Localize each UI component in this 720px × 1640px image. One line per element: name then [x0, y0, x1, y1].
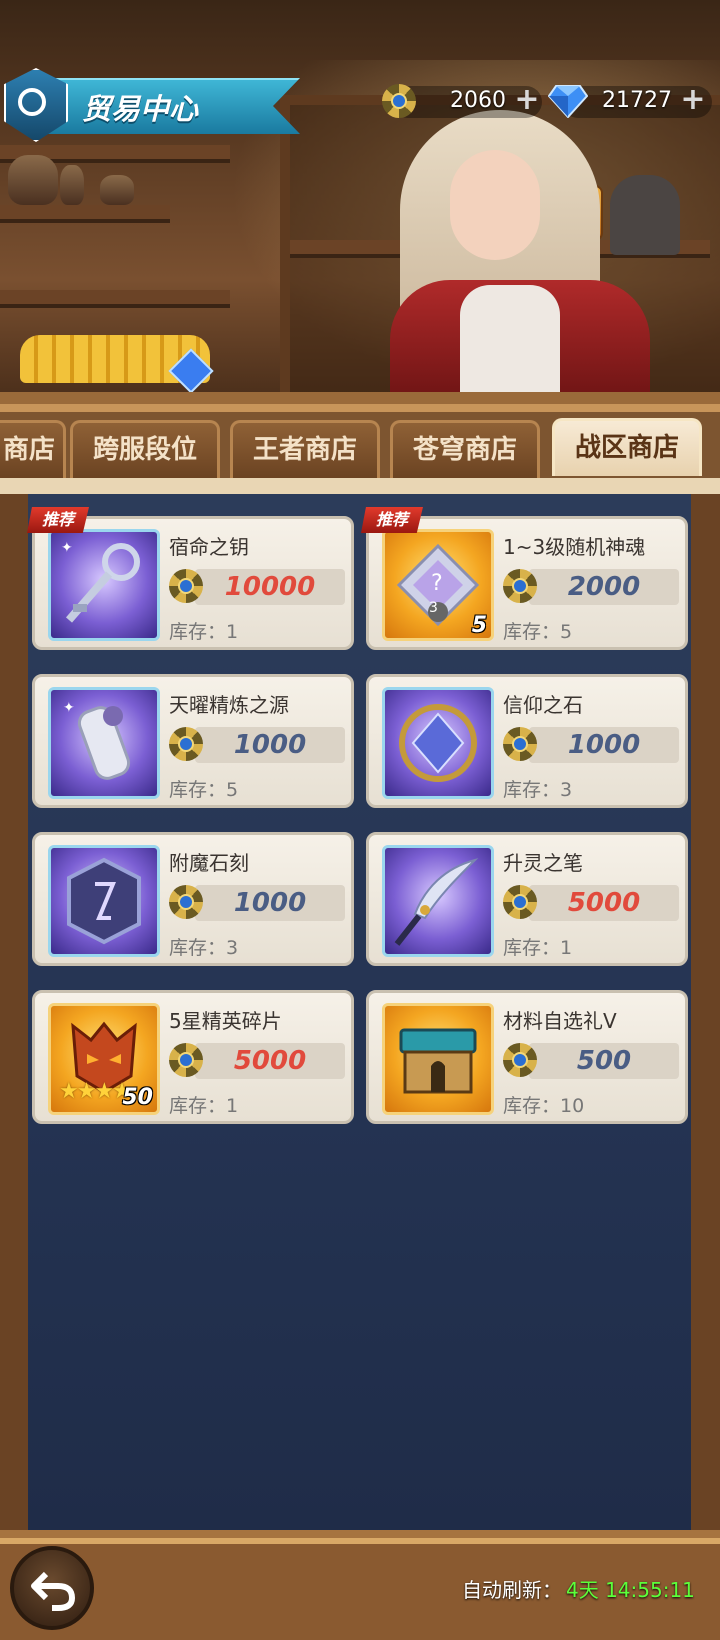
item-price: 2000 [567, 572, 641, 602]
item-quantity: 50 [122, 1085, 153, 1110]
wooden-shelf [0, 290, 230, 308]
item-name: 5星精英碎片 [169, 1009, 282, 1033]
item-price: 5000 [567, 888, 641, 918]
shop-item-card[interactable]: ✦ 推荐 宿命之钥 10000 库存：1 [27, 507, 354, 650]
tab-war-zone-shop[interactable]: 战区商店 [552, 418, 702, 476]
item-stock: 库存：5 [169, 779, 239, 801]
item-name: 升灵之笔 [503, 851, 583, 875]
jar-icon [8, 155, 58, 205]
item-stock: 库存：3 [503, 779, 573, 801]
shop-item-card[interactable]: 升灵之笔 5000 库存：1 [366, 832, 688, 966]
shop-item-card[interactable]: ★★★★ 50 5星精英碎片 5000 库存：1 [32, 990, 354, 1124]
item-name: 材料自选礼V [503, 1009, 617, 1033]
item-price: 1000 [233, 730, 307, 760]
faith-stone-icon [382, 687, 494, 799]
item-stock: 库存：1 [169, 621, 239, 643]
tab-sky-shop[interactable]: 苍穹商店 [390, 420, 540, 478]
recommend-badge: 推荐 [27, 507, 89, 533]
item-name: 1~3级随机神魂 [503, 535, 646, 559]
chest-icon [382, 1003, 494, 1115]
item-name: 信仰之石 [503, 693, 583, 717]
star-rating: ★★★★ [59, 1079, 132, 1104]
item-stock: 库存：10 [503, 1095, 585, 1117]
item-stock: 库存：3 [169, 937, 239, 959]
tab-cross-server-rank[interactable]: 跨服段位 [70, 420, 220, 478]
item-name: 宿命之钥 [169, 535, 249, 559]
item-name: 天曜精炼之源 [169, 693, 289, 717]
pot-icon [100, 175, 134, 205]
item-quantity: 5 [471, 613, 487, 638]
item-price: 5000 [233, 1046, 307, 1076]
key-icon: ✦ [48, 529, 160, 641]
wooden-shelf [0, 205, 170, 223]
back-arrow-icon [31, 1571, 76, 1611]
shop-item-card[interactable]: ? 3 5 推荐 1~3级随机神魂 2000 库存：5 [361, 507, 688, 650]
soul-gem-icon: ? 3 5 [382, 529, 494, 641]
tab-shop[interactable]: 商店 [0, 420, 66, 478]
item-price: 1000 [233, 888, 307, 918]
item-price: 10000 [224, 572, 316, 602]
diamond-amount: 21727 [602, 88, 672, 113]
medal-currency: 2060 + [420, 84, 542, 118]
item-stock: 库存：1 [169, 1095, 239, 1117]
refine-cylinder-icon: ✦ [48, 687, 160, 799]
elite-shard-icon: ★★★★ 50 [48, 1003, 160, 1115]
back-button[interactable] [10, 1546, 94, 1630]
auto-refresh-label: 自动刷新： [462, 1578, 562, 1602]
shop-item-card[interactable]: 材料自选礼V 500 库存：10 [366, 990, 688, 1124]
tab-king-shop[interactable]: 王者商店 [230, 420, 380, 478]
shop-item-card[interactable]: 附魔石刻 1000 库存：3 [32, 832, 354, 966]
shop-item-card[interactable]: ✦ 天曜精炼之源 1000 库存：5 [32, 674, 354, 808]
enchant-rune-icon [48, 845, 160, 957]
item-name: 附魔石刻 [169, 851, 249, 875]
diamond-currency: 21727 + [580, 84, 708, 118]
bottle-icon [60, 165, 84, 205]
auto-refresh-countdown: 4天 14:55:11 [566, 1578, 695, 1602]
svg-text:?: ? [431, 571, 443, 596]
add-medal-button[interactable]: + [512, 85, 542, 116]
emblem-ring [18, 88, 46, 116]
page-title: 贸易中心 [82, 92, 199, 126]
recommend-badge: 推荐 [361, 507, 423, 533]
item-price: 1000 [567, 730, 641, 760]
medal-icon [382, 84, 416, 118]
merchant-character [390, 110, 650, 400]
item-stock: 库存：5 [503, 621, 573, 643]
item-stock: 库存：1 [503, 937, 573, 959]
quill-icon [382, 845, 494, 957]
item-price: 500 [576, 1046, 632, 1076]
shop-item-card[interactable]: 信仰之石 1000 库存：3 [366, 674, 688, 808]
medal-amount: 2060 [450, 88, 506, 113]
shop-background-scene [0, 0, 720, 400]
level-number: 3 [429, 600, 438, 616]
add-diamond-button[interactable]: + [678, 85, 708, 116]
